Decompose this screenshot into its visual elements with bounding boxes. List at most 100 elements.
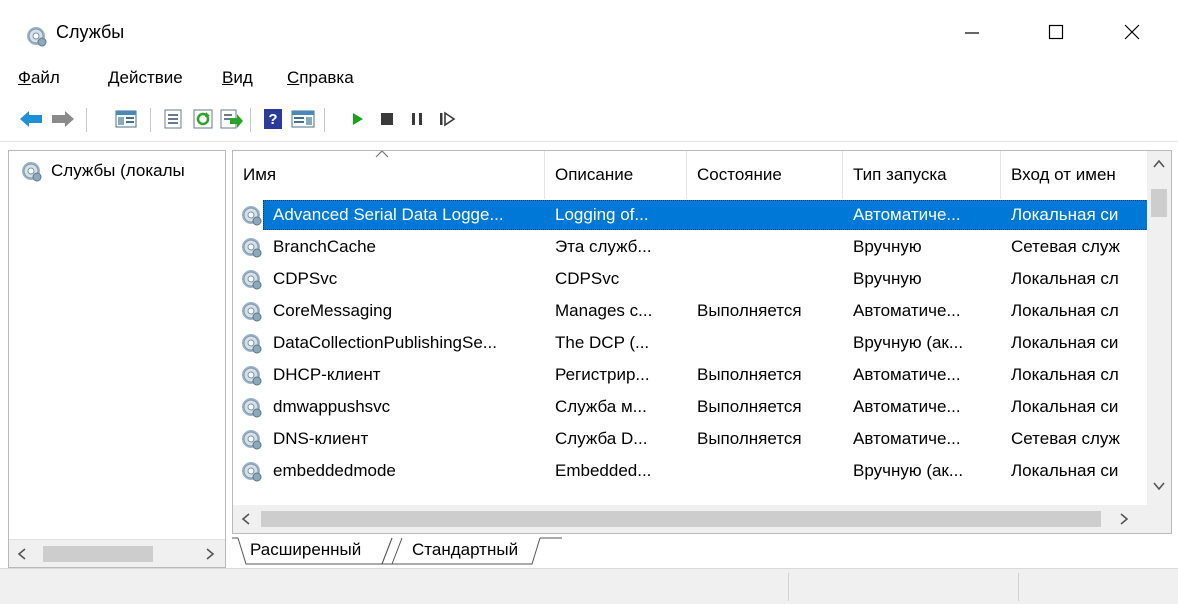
column-header-label: Вход от имен [1011,165,1116,184]
export-list-button[interactable] [218,106,244,132]
pause-service-button[interactable] [404,106,430,132]
scroll-right-icon[interactable] [1119,513,1129,525]
service-gear-icon [242,334,262,354]
stop-service-button[interactable] [374,106,400,132]
title-bar: Службы [0,0,1178,64]
service-gear-icon [242,238,262,258]
cell-description: Embedded... [555,461,652,480]
cell-status: Выполняется [697,365,802,384]
list-horizontal-scrollbar[interactable] [233,505,1171,533]
service-gear-icon [242,206,262,226]
cell-name: dmwappushsvc [273,397,391,416]
service-row[interactable]: DHCP-клиент Регистрир... Выполняется Автома… [233,359,1148,391]
column-header-status[interactable]: Состояние [687,151,843,199]
show-hide-action-pane-button[interactable] [290,106,316,132]
minimize-button[interactable] [940,0,1004,64]
tree-horizontal-scrollbar[interactable] [9,539,225,567]
cell-logon-as: Локальная сл [1011,269,1119,288]
cell-logon-as: Сетевая служ [1011,237,1120,256]
cell-name: CDPSvc [273,269,338,288]
cell-startup-type: Автоматиче... [853,205,961,224]
svg-text:?: ? [268,111,277,128]
show-hide-action-pane-icon [291,110,315,128]
menu-file-label: айл [30,68,60,87]
menu-help[interactable]: Справка [287,68,354,88]
scroll-left-icon[interactable] [17,548,27,560]
close-button[interactable] [1100,0,1164,64]
cell-description: The DCP (... [555,333,650,352]
tree-scroll-thumb[interactable] [43,546,153,562]
resume-service-icon [440,111,456,127]
service-row[interactable]: BranchCache Эта служб... Вручную Сетевая сл… [233,231,1148,263]
cell-status: Выполняется [697,397,802,416]
back-arrow-icon [20,111,42,127]
start-service-icon [353,113,363,125]
cell-startup-type: Вручную [853,237,922,256]
start-service-button[interactable] [344,106,370,132]
menu-view-label: ид [233,68,253,87]
list-vertical-scrollbar[interactable] [1147,151,1171,505]
column-header-description[interactable]: Описание [545,151,687,199]
service-row[interactable]: embeddedmode Embedded... Вручную (ак... Лок… [233,455,1148,487]
cell-status: Выполняется [697,429,802,448]
tab-standard[interactable]: Стандартный [402,536,528,566]
resume-service-button[interactable] [434,106,460,132]
menu-file-accel: Ф [18,68,31,87]
column-header-startup-type[interactable]: Тип запуска [843,151,1001,199]
cell-logon-as: Локальная си [1011,333,1119,352]
cell-description: Logging of... [555,205,649,224]
menu-action[interactable]: Действие [108,68,183,88]
service-row[interactable]: DataCollectionPublishingSe... The DCP (..… [233,327,1148,359]
service-row[interactable]: dmwappushsvc Служба м... Выполняется Автома… [233,391,1148,423]
toolbar-separator [86,108,87,132]
scroll-left-icon[interactable] [241,513,251,525]
column-header-logon-as[interactable]: Вход от имен [1001,151,1151,199]
status-separator [788,573,789,601]
menu-view[interactable]: Вид [222,68,253,88]
help-button[interactable]: ? [260,106,286,132]
menu-action-label: ействие [119,68,183,87]
column-header-label: Имя [243,165,277,184]
scroll-up-icon[interactable] [1153,159,1165,169]
menu-file[interactable]: Файл [18,68,60,88]
window-title: Службы [56,22,125,42]
cell-logon-as: Локальная сл [1011,365,1119,384]
tab-extended[interactable]: Расширенный [240,536,371,566]
services-list-pane: Имя Описание Состояние Тип запуска Вход … [232,150,1172,534]
back-button[interactable] [18,106,44,132]
cell-logon-as: Сетевая служ [1011,429,1120,448]
sort-ascending-icon [375,151,389,158]
scroll-down-icon[interactable] [1153,481,1165,491]
list-hscroll-thumb[interactable] [261,511,1101,527]
refresh-button[interactable] [190,106,216,132]
menu-bar: Файл Действие Вид Справка [0,64,1178,94]
column-header-label: Тип запуска [853,165,947,184]
service-row[interactable]: CDPSvc CDPSvc Вручную Локальная сл [233,263,1148,295]
service-row[interactable]: DNS-клиент Служба D... Выполняется Автомати… [233,423,1148,455]
tree-item-services-local[interactable]: Службы (локалы [19,159,185,183]
list-vscroll-thumb[interactable] [1151,189,1167,217]
menu-action-accel: Д [108,68,120,87]
cell-startup-type: Вручную (ак... [853,461,964,480]
properties-button[interactable] [160,106,186,132]
column-header-label: Описание [555,165,634,184]
cell-description: CDPSvc [555,269,620,288]
stop-service-icon [381,113,393,125]
show-hide-console-tree-button[interactable] [110,104,142,134]
column-header-label: Состояние [697,165,782,184]
cell-startup-type: Автоматиче... [853,365,961,384]
toolbar: ? [0,94,1178,142]
service-row[interactable]: CoreMessaging Manages c... Выполняется Авто… [233,295,1148,327]
menu-view-accel: В [222,68,234,87]
cell-name: embeddedmode [273,461,396,480]
forward-button[interactable] [50,106,76,132]
cell-description: Эта служб... [555,237,652,256]
cell-logon-as: Локальная сл [1011,301,1119,320]
service-row[interactable]: Advanced Serial Data Logge... Logging of.… [233,199,1148,231]
scroll-right-icon[interactable] [205,548,215,560]
export-list-icon [220,109,243,129]
column-header-name[interactable]: Имя [233,151,545,199]
cell-startup-type: Вручную [853,269,922,288]
cell-logon-as: Локальная си [1011,205,1119,224]
maximize-button[interactable] [1024,0,1088,64]
